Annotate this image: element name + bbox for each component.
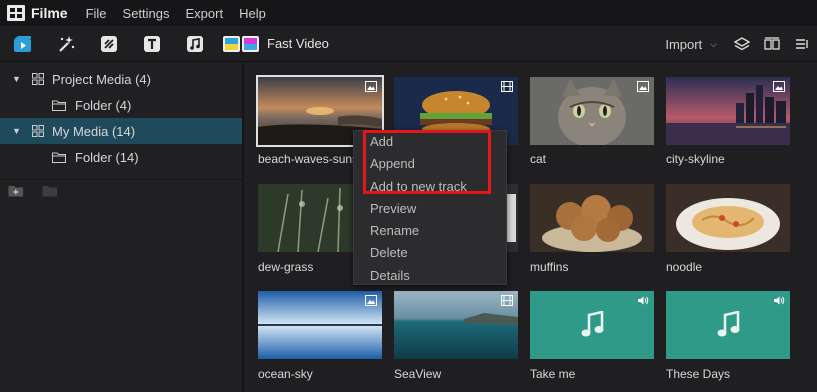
context-menu-details[interactable]: Details [354,265,506,287]
menu-help[interactable]: Help [239,6,266,21]
tree-item-folder-project[interactable]: Folder (4) [0,92,242,118]
media-label: SeaView [394,367,442,381]
grid-icon [32,125,44,137]
tree-item-my-media[interactable]: ▼ My Media (14) [0,118,242,144]
context-menu-append[interactable]: Append [354,153,506,175]
media-label: muffins [530,260,569,274]
media-label: beach-waves-suns [258,152,359,166]
image-type-icon [773,81,785,92]
media-thumb-noodle[interactable] [666,184,790,252]
menu-bar: Filme File Settings Export Help [0,0,817,26]
split-view-icon[interactable] [762,34,782,54]
music-note-icon [717,311,740,337]
music-icon[interactable] [184,33,206,55]
import-label: Import [665,36,703,52]
noodle-image [666,184,790,252]
media-thumb-these-days[interactable] [666,291,790,359]
transitions-icon[interactable] [98,33,120,55]
sidebar-actions [8,185,58,197]
image-type-icon [365,295,377,306]
media-sidebar: ▼ Project Media (4) Folder (4) ▼ My Medi… [0,63,244,392]
filme-logo-icon [7,5,25,21]
menu-file[interactable]: File [86,6,107,21]
media-icon[interactable] [12,33,34,55]
caret-down-icon[interactable]: ▼ [12,74,22,84]
context-menu-preview[interactable]: Preview [354,198,506,220]
video-type-icon [501,295,513,306]
context-menu-add-to-new-track[interactable]: Add to new track [354,176,506,198]
media-thumb-cat[interactable] [530,77,654,145]
ocean-sky-image [258,291,382,359]
toolbar-right: Import ⌵ [665,26,817,62]
chevron-down-icon: ⌵ [710,38,717,49]
tree-item-project-media[interactable]: ▼ Project Media (4) [0,66,242,92]
menu-export[interactable]: Export [186,6,224,21]
text-icon[interactable] [141,33,163,55]
new-folder-icon[interactable] [8,185,24,197]
list-view-icon[interactable] [792,34,812,54]
media-label: dew-grass [258,260,314,274]
sidebar-divider [0,179,242,180]
seaview-image [394,291,518,359]
image-type-icon [637,81,649,92]
tree-item-label: Folder (4) [75,97,132,113]
city-skyline-image [666,77,790,145]
audio-type-icon [774,296,785,305]
context-menu-add[interactable]: Add [354,131,506,153]
media-label: noodle [666,260,703,274]
app-logo: Filme [6,4,86,22]
folder-disabled-icon[interactable] [42,185,58,197]
context-menu: Add Append Add to new track Preview Rena… [353,130,507,285]
app-name: Filme [31,5,68,21]
media-label: These Days [666,367,731,381]
fast-video-icon [223,35,259,52]
menu-settings[interactable]: Settings [123,6,170,21]
media-label: cat [530,152,547,166]
media-grid: beach-waves-suns cat city-skyline dew-gr… [246,63,817,392]
effects-icon[interactable] [55,33,77,55]
media-thumb-muffins[interactable] [530,184,654,252]
caret-down-icon[interactable]: ▼ [12,126,22,136]
tree-item-label: Project Media (4) [52,71,151,87]
music-note-icon [581,311,604,337]
muffins-image [530,184,654,252]
media-label: city-skyline [666,152,725,166]
cat-image [530,77,654,145]
tree-item-folder-my-media[interactable]: Folder (14) [0,144,242,170]
media-label: ocean-sky [258,367,313,381]
grid-icon [32,73,44,85]
toolbar: Fast Video Import ⌵ [0,26,817,62]
tree-item-label: Folder (14) [75,149,139,165]
video-type-icon [501,81,513,92]
media-label: Take me [530,367,576,381]
folder-icon [52,100,66,111]
media-thumb-take-me[interactable] [530,291,654,359]
audio-type-icon [638,296,649,305]
layers-icon[interactable] [732,34,752,54]
tree-item-label: My Media (14) [52,123,136,139]
context-menu-rename[interactable]: Rename [354,220,506,242]
import-button[interactable]: Import ⌵ [665,37,717,52]
media-thumb-ocean-sky[interactable] [258,291,382,359]
context-menu-delete[interactable]: Delete [354,242,506,264]
fast-video-button[interactable]: Fast Video [223,35,329,52]
fast-video-label: Fast Video [267,36,329,51]
media-thumb-seaview[interactable] [394,291,518,359]
media-thumb-city-skyline[interactable] [666,77,790,145]
image-type-icon [365,81,377,92]
folder-icon [52,152,66,163]
